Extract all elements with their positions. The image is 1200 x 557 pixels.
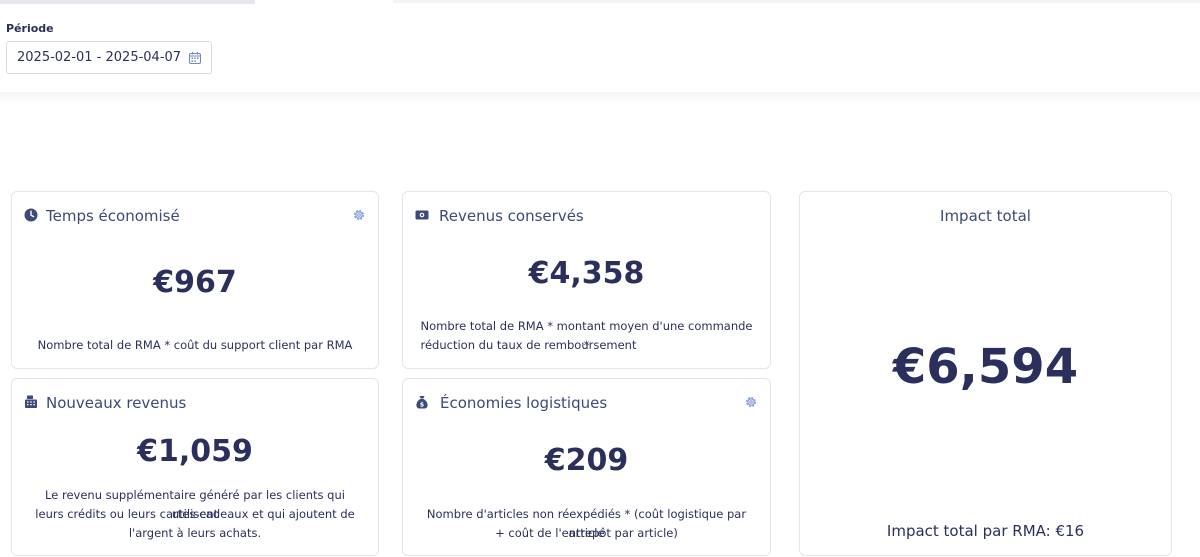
period-label: Période	[6, 22, 54, 35]
calendar-icon	[189, 52, 201, 64]
money-bag-icon: $	[416, 396, 428, 409]
gear-icon[interactable]	[744, 395, 758, 409]
header-shadow	[0, 92, 1200, 104]
new-revenue-description-line3: l'argent à leurs achats.	[128, 526, 262, 540]
gear-icon[interactable]	[352, 208, 366, 222]
money-icon	[415, 210, 429, 220]
time-saved-description: Nombre total de RMA * coût du support cl…	[37, 338, 353, 352]
total-impact-per-rma: Impact total par RMA: €16	[886, 522, 1085, 540]
time-saved-value: €967	[153, 265, 237, 300]
clock-icon	[24, 208, 38, 222]
logistics-savings-value: €209	[544, 443, 629, 478]
time-saved-card: Temps économisé €967 Nombre total de RMA…	[11, 191, 379, 369]
register-icon	[25, 395, 37, 408]
date-range-value: 2025-02-01 - 2025-04-07	[17, 50, 182, 65]
logistics-savings-card: $ Économies logistiques €209 Nombre d'ar…	[402, 378, 771, 556]
retained-revenue-card: Revenus conservés €4,358 Nombre total de…	[402, 191, 771, 369]
logistics-savings-description-line2: + coût de l'entrepôt par article)	[495, 526, 678, 540]
date-range-picker[interactable]: 2025-02-01 - 2025-04-07	[6, 41, 212, 74]
svg-text:$: $	[420, 401, 424, 408]
top-divider	[393, 0, 1200, 3]
retained-revenue-title: Revenus conservés	[439, 207, 584, 225]
logistics-savings-title: Économies logistiques	[440, 394, 608, 412]
total-impact-title: Impact total	[940, 207, 1031, 225]
time-saved-title: Temps économisé	[46, 207, 180, 225]
total-impact-card: Impact total €6,594 Impact total par RMA…	[799, 191, 1172, 556]
new-revenue-card: Nouveaux revenus €1,059 Le revenu supplé…	[11, 378, 379, 556]
new-revenue-description-line2: leurs crédits ou leurs cartes-cadeaux et…	[35, 507, 355, 521]
top-tab-indicator	[0, 0, 255, 4]
new-revenue-title: Nouveaux revenus	[46, 394, 187, 412]
new-revenue-value: €1,059	[137, 434, 253, 469]
total-impact-value: €6,594	[892, 339, 1079, 395]
retained-revenue-value: €4,358	[528, 256, 645, 291]
retained-revenue-description-line2: réduction du taux de remboursement	[420, 338, 637, 352]
